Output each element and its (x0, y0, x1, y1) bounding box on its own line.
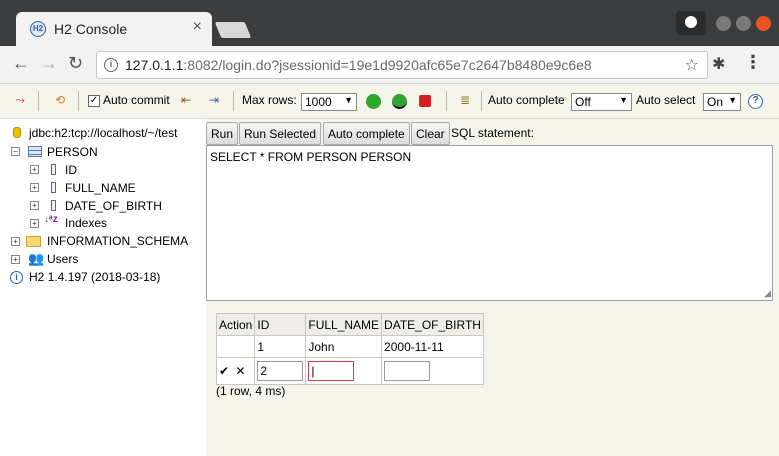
h2-favicon-icon: H2 (30, 21, 46, 37)
info-icon: i (10, 271, 23, 284)
auto-commit-label: Auto commit (103, 93, 170, 107)
close-window-button[interactable] (756, 16, 771, 31)
column-header[interactable]: ID (254, 313, 307, 336)
browser-menu-icon[interactable]: ⋮ (744, 52, 762, 73)
new-tab-button[interactable] (214, 22, 252, 38)
collapse-person-icon[interactable]: − (11, 147, 20, 156)
id-input[interactable]: 2 (257, 361, 304, 381)
auto-commit-checkbox[interactable]: ✓ (88, 95, 100, 107)
confirm-check-icon[interactable]: ✔ (219, 364, 229, 378)
cell-date-of-birth[interactable]: 2000-11-11 (381, 335, 484, 358)
users-icon: 👥 (28, 251, 45, 266)
cell-full-name[interactable]: John (305, 335, 383, 358)
edit-row: ✔ ✕ 2 | (215, 357, 484, 385)
address-bar[interactable]: i 127.0.1.1:8082/login.do?jsessionid=19e… (96, 51, 708, 79)
window-titlebar: H2 H2 Console × (0, 0, 779, 46)
tab-close-icon[interactable]: × (193, 18, 202, 36)
run-selected-icon[interactable] (392, 94, 407, 109)
result-table: Action ID FULL_NAME DATE_OF_BIRTH 1 John… (215, 313, 484, 385)
column-icon (51, 200, 56, 211)
history-icon[interactable]: ≣ (457, 92, 473, 108)
date-of-birth-input[interactable] (384, 361, 431, 381)
schema-tree: jdbc:h2:tcp://localhost/~/test − PERSON … (0, 119, 206, 456)
expand-full-name-icon[interactable]: + (30, 183, 39, 192)
tab-h2-console[interactable]: H2 H2 Console × (16, 12, 212, 46)
max-rows-select[interactable]: 1000 ▼ (301, 93, 357, 111)
run-selected-button[interactable]: Run Selected (239, 122, 322, 145)
table-icon (28, 146, 42, 157)
cancel-x-icon[interactable]: ✕ (235, 364, 245, 378)
cell-id[interactable]: 1 (254, 335, 307, 358)
column-icon (51, 164, 56, 175)
cell-full-name-edit: | (305, 357, 383, 385)
resize-handle-icon[interactable]: ◢ (764, 288, 771, 299)
query-pane: Run Run Selected Auto complete Clear SQL… (206, 119, 779, 456)
expand-id-icon[interactable]: + (30, 165, 39, 174)
auto-complete-select[interactable]: Off ▼ (571, 93, 632, 111)
tree-column-date-of-birth[interactable]: DATE_OF_BIRTH (65, 199, 162, 213)
back-arrow-icon[interactable]: ← (12, 53, 30, 74)
clear-button[interactable]: Clear (411, 122, 450, 145)
action-cell (215, 335, 256, 358)
auto-complete-label: Auto complete (488, 93, 565, 107)
commit-icon[interactable]: ⇤ (178, 92, 194, 108)
max-rows-label: Max rows: (242, 93, 297, 107)
sql-text: SELECT * FROM PERSON PERSON (210, 150, 412, 164)
run-button[interactable]: Run (206, 122, 239, 145)
extension-bug-icon[interactable]: ✱ (712, 54, 725, 74)
auto-complete-button[interactable]: Auto complete (323, 122, 410, 145)
table-header-row: Action ID FULL_NAME DATE_OF_BIRTH (215, 313, 484, 336)
minimize-button[interactable] (716, 16, 731, 31)
cell-id-edit: 2 (254, 357, 307, 385)
expand-schema-icon[interactable]: + (11, 237, 20, 246)
table-row: 1 John 2000-11-11 (215, 335, 484, 358)
h2-version: H2 1.4.197 (2018-03-18) (29, 270, 161, 284)
tree-indexes[interactable]: Indexes (65, 216, 107, 230)
tree-users[interactable]: Users (47, 252, 78, 266)
auto-select-label: Auto select (636, 93, 696, 107)
connection-url[interactable]: jdbc:h2:tcp://localhost/~/test (29, 126, 177, 140)
profile-button[interactable] (676, 11, 706, 35)
folder-icon (26, 236, 41, 247)
cancel-icon[interactable] (419, 95, 431, 107)
h2-toolbar: ⤳ ⟲ ✓ Auto commit ⇤ ⇥ Max rows: 1000 ▼ ≣ … (0, 84, 779, 119)
url-text[interactable]: 127.0.1.1:8082/login.do?jsessionid=19e1d… (125, 57, 592, 73)
full-name-input[interactable]: | (308, 361, 355, 381)
expand-users-icon[interactable]: + (11, 255, 20, 264)
disconnect-icon[interactable]: ⤳ (12, 92, 28, 108)
reload-icon[interactable]: ↻ (68, 53, 83, 74)
expand-date-of-birth-icon[interactable]: + (30, 201, 39, 210)
rollback-icon[interactable]: ⇥ (206, 92, 222, 108)
tree-table-person[interactable]: PERSON (47, 145, 98, 159)
auto-select-select[interactable]: On ▼ (703, 93, 741, 111)
column-icon (51, 182, 56, 193)
refresh-icon[interactable]: ⟲ (52, 92, 68, 108)
navigation-bar: ← → ↻ i 127.0.1.1:8082/login.do?jsession… (0, 46, 779, 84)
tree-column-id[interactable]: ID (65, 163, 77, 177)
expand-indexes-icon[interactable]: + (30, 219, 39, 228)
column-header[interactable]: DATE_OF_BIRTH (381, 313, 484, 336)
help-icon[interactable]: ? (748, 94, 763, 109)
column-header: Action (215, 313, 256, 336)
action-cell: ✔ ✕ (215, 357, 256, 385)
maximize-button[interactable] (736, 16, 751, 31)
bookmark-star-icon[interactable]: ☆ (685, 55, 699, 75)
tree-information-schema[interactable]: INFORMATION_SCHEMA (47, 234, 188, 248)
forward-arrow-icon[interactable]: → (40, 53, 58, 74)
site-info-icon[interactable]: i (104, 58, 118, 72)
cell-dob-edit (381, 357, 484, 385)
run-icon[interactable] (366, 94, 381, 109)
column-header[interactable]: FULL_NAME (305, 313, 383, 336)
database-icon (13, 127, 21, 138)
sql-editor[interactable]: SELECT * FROM PERSON PERSON ◢ (206, 145, 773, 301)
result-status: (1 row, 4 ms) (216, 384, 286, 398)
tab-title: H2 Console (54, 21, 128, 37)
tree-column-full-name[interactable]: FULL_NAME (65, 181, 136, 195)
profile-icon (685, 16, 697, 28)
sql-statement-label: SQL statement: (451, 126, 534, 140)
index-sort-icon: ↓ᵃz (44, 214, 58, 225)
